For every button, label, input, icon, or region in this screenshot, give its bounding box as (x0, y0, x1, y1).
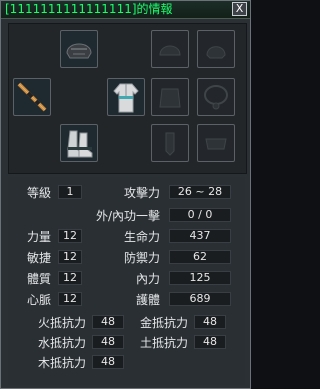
constitution-label: 體質 (27, 272, 52, 286)
window-title: [1111111111111111]的情報 (5, 2, 173, 16)
strength-label: 力量 (27, 230, 52, 244)
empty-slot-icon (204, 85, 228, 110)
wood-resist-value: 48 (92, 355, 124, 369)
metal-resist-value: 48 (194, 315, 226, 329)
empty-slot-icon (205, 138, 227, 150)
attack-value: 26 ~ 28 (169, 185, 231, 199)
helmet-icon (66, 43, 92, 59)
spirit-value: 12 (58, 292, 82, 306)
protection-label: 護體 (136, 293, 161, 307)
earth-resist-label: 土抵抗力 (140, 336, 189, 350)
protection-value: 689 (169, 292, 231, 306)
empty-slot-icon (159, 45, 181, 56)
water-resist-label: 水抵抗力 (38, 336, 87, 350)
attack-label: 攻擊力 (124, 186, 161, 200)
necklace-slot[interactable] (197, 78, 235, 116)
martial-label: 外/內功一擊 (96, 209, 161, 223)
martial-value: 0 / 0 (169, 208, 231, 222)
close-button[interactable]: X (232, 2, 247, 16)
hp-label: 生命力 (124, 230, 161, 244)
weapon-slot[interactable] (13, 78, 51, 116)
metal-resist-label: 金抵抗力 (140, 316, 189, 330)
spear-icon (17, 82, 47, 112)
fire-resist-value: 48 (92, 315, 124, 329)
equipment-panel (8, 23, 247, 174)
earth-resist-value: 48 (194, 335, 226, 349)
mid-right-slot-1[interactable] (151, 78, 189, 116)
empty-slot-icon (165, 132, 175, 156)
armor-slot[interactable] (107, 78, 145, 116)
agility-value: 12 (58, 250, 82, 264)
empty-slot-icon (159, 88, 181, 108)
stats-panel: 等級 1 攻擊力 26 ~ 28 外/內功一擊 0 / 0 力量 12 生命力 … (8, 177, 245, 385)
top-right-slot-1[interactable] (151, 30, 189, 68)
defense-label: 防禦力 (124, 251, 161, 265)
bottom-right-slot-1[interactable] (151, 124, 189, 162)
agility-label: 敏捷 (27, 251, 52, 265)
constitution-value: 12 (58, 271, 82, 285)
level-label: 等級 (27, 186, 52, 200)
boots-icon (67, 130, 93, 158)
wood-resist-label: 木抵抗力 (38, 356, 87, 370)
robe-icon (113, 83, 139, 113)
character-info-window: [1111111111111111]的情報 X 等級 1 攻擊力 26 ~ 28… (0, 0, 251, 389)
boots-slot[interactable] (60, 124, 98, 162)
defense-value: 62 (169, 250, 231, 264)
top-right-slot-2[interactable] (197, 30, 235, 68)
title-bar[interactable]: [1111111111111111]的情報 X (1, 1, 250, 19)
hp-value: 437 (169, 229, 231, 243)
empty-slot-icon (206, 46, 226, 59)
helmet-slot[interactable] (60, 30, 98, 68)
inner-power-label: 內力 (136, 272, 161, 286)
bottom-right-slot-2[interactable] (197, 124, 235, 162)
spirit-label: 心脈 (27, 293, 52, 307)
level-value: 1 (58, 185, 82, 199)
strength-value: 12 (58, 229, 82, 243)
fire-resist-label: 火抵抗力 (38, 316, 87, 330)
water-resist-value: 48 (92, 335, 124, 349)
inner-power-value: 125 (169, 271, 231, 285)
